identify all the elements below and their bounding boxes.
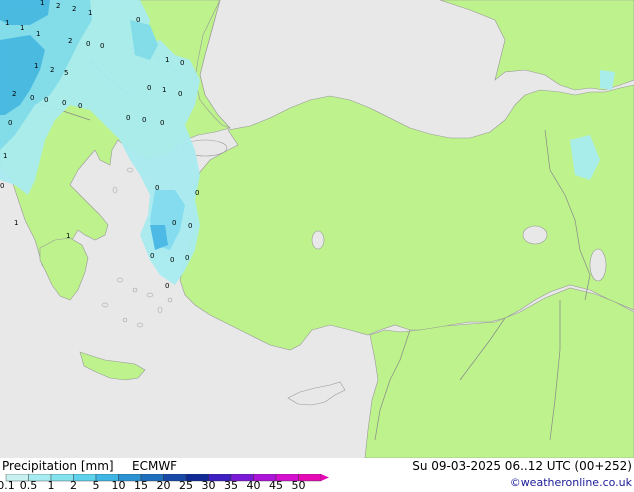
precip-value-label: 0 [78,102,82,110]
precip-value-label: 5 [64,69,68,77]
precip-value-label: 2 [56,2,60,10]
model-name: ECMWF [132,459,178,473]
precip-value-label: 0 [136,16,140,24]
legend-tick: 45 [269,479,283,492]
precip-value-label: 1 [5,19,9,27]
legend-tick: 2 [70,479,77,492]
precip-value-label: 1 [34,62,38,70]
legend-tick: 5 [92,479,100,492]
precip-value-label: 1 [88,9,92,17]
precip-value-label: 1 [20,24,24,32]
precip-value-label: 0 [62,99,66,107]
map-title: Precipitation [mm] [2,459,114,473]
precip-value-label: 0 [0,182,4,190]
legend-tick: 0.5 [19,479,38,492]
legend-tick: 0.1 [0,479,15,492]
legend-tick: 10 [111,479,126,492]
legend-tick: 1 [47,479,55,492]
legend-tick: 25 [179,479,193,492]
precip-value-label: 1 [40,0,44,7]
precip-value-label: 1 [165,56,169,64]
precip-value-label: 1 [14,219,18,227]
precip-value-label: 0 [160,119,164,127]
map-canvas: 1 2 2 1 1 1 1 2 0 0 0 1 0 1 2 5 2 0 0 0 0 0 1 0 0 0 0 0 1 0 0 0 0 1 1 0 0 0 0 0 [0,0,634,458]
precip-value-label: 1 [66,232,70,240]
precip-value-label: 1 [3,152,7,160]
precip-value-label: 0 [142,116,146,124]
precip-value-label: 0 [195,189,199,197]
precip-value-label: 0 [155,184,159,192]
legend-tick: 15 [134,479,148,492]
legend-tick: 50 [291,479,306,492]
precip-value-label: 2 [12,90,16,98]
credit-link[interactable]: ©weatheronline.co.uk [510,476,632,489]
precip-value-label: 0 [180,59,184,67]
precip-value-label: 0 [147,84,151,92]
lake-tuz [311,230,325,250]
legend-tick: 35 [224,479,238,492]
precip-value-label: 0 [86,40,90,48]
legend-overflow-arrow [321,474,329,481]
precip-value-label: 0 [185,254,189,262]
precip-value-label: 0 [44,96,48,104]
legend-tick: 20 [156,479,171,492]
legend-tick: 30 [201,479,216,492]
lake-van [522,225,548,245]
precip-value-label: 0 [188,222,192,230]
precip-value-label: 2 [50,66,54,74]
validity-time: Su 09-03-2025 06..12 UTC (00+252) [412,459,632,473]
map-footer: Precipitation [mm] ECMWF Su 09-03-2025 0… [0,458,634,492]
precip-value-label: 0 [150,252,154,260]
precip-value-label: 0 [8,119,12,127]
precip-value-label: 0 [172,219,176,227]
precip-value-label: 0 [170,256,174,264]
precip-value-label: 0 [100,42,104,50]
legend-tick: 40 [246,479,261,492]
precipitation-map: 1 2 2 1 1 1 1 2 0 0 0 1 0 1 2 5 2 0 0 0 0 0 1 0 0 0 0 0 1 0 0 0 0 1 1 0 0 0 0 0 [0,0,634,458]
precip-value-label: 1 [162,86,166,94]
precip-value-label: 0 [178,90,182,98]
precip-value-label: 2 [72,5,76,13]
precip-value-label: 0 [126,114,130,122]
precip-value-label: 1 [36,30,40,38]
precip-value-label: 2 [68,37,72,45]
lake-urmia [589,248,607,282]
precip-value-label: 0 [165,282,169,290]
precip-value-label: 0 [30,94,34,102]
